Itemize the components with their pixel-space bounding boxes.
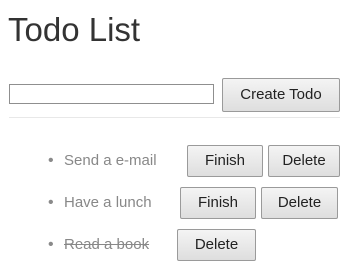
finish-button[interactable]: Finish — [187, 145, 263, 177]
create-todo-button[interactable]: Create Todo — [222, 78, 340, 112]
todo-item: • Have a lunch Finish Delete — [0, 185, 340, 221]
todo-item: • Send a e-mail Finish Delete — [0, 143, 340, 179]
todo-text: Have a lunch — [64, 194, 152, 211]
finish-button[interactable]: Finish — [180, 187, 256, 219]
page-title: Todo List — [8, 11, 141, 48]
bullet-icon: • — [48, 152, 54, 169]
todo-item-completed: • Read a book Delete — [0, 227, 340, 262]
new-todo-input[interactable] — [9, 84, 214, 104]
bullet-icon: • — [48, 194, 54, 211]
delete-button[interactable]: Delete — [177, 229, 256, 261]
todo-text: Send a e-mail — [64, 152, 157, 169]
bullet-icon: • — [48, 236, 54, 253]
delete-button[interactable]: Delete — [261, 187, 338, 219]
divider — [9, 117, 340, 118]
delete-button[interactable]: Delete — [268, 145, 340, 177]
todo-text: Read a book — [64, 236, 150, 253]
